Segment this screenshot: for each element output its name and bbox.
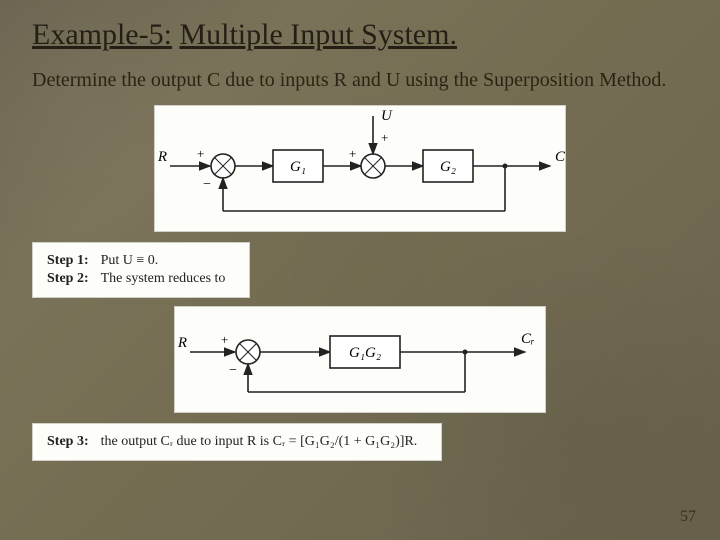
step2-label: Step 2: (47, 271, 99, 287)
label-CR: Cᵣ (521, 331, 535, 347)
label-C: C (555, 149, 565, 165)
title-main: Multiple Input System. (179, 18, 457, 51)
label-U: U (381, 108, 393, 124)
label-plus-1: + (197, 146, 204, 161)
label-minus-2: − (229, 363, 237, 378)
step1-text: Put U ≡ 0. (101, 253, 236, 269)
label-minus-1: − (203, 177, 211, 192)
diagram-2: R + G₁G₂ Cᵣ − (174, 306, 546, 413)
step3-label: Step 3: (47, 434, 99, 450)
label-plus-3: + (381, 130, 388, 145)
step3-text: the output Cᵣ due to input R is Cᵣ = [G₁… (101, 434, 428, 450)
step-3: Step 3: the output Cᵣ due to input R is … (32, 423, 442, 461)
label-plus-4: + (221, 332, 228, 347)
page-number: 57 (680, 508, 696, 526)
step2-text: The system reduces to (101, 271, 236, 287)
page-title: Example-5: Multiple Input System. (32, 18, 688, 52)
step1-label: Step 1: (47, 253, 99, 269)
subtitle: Determine the output C due to inputs R a… (32, 68, 688, 93)
label-R: R (157, 149, 167, 165)
label-plus-2: + (349, 146, 356, 161)
label-G2: G₂ (440, 159, 456, 175)
diagram-2-wrap: R + G₁G₂ Cᵣ − (32, 306, 688, 413)
block-diagram-2: R + G₁G₂ Cᵣ − (175, 307, 545, 407)
label-G1G2: G₁G₂ (349, 345, 381, 361)
diagram-1-wrap: R + G₁ + U + (32, 105, 688, 232)
label-G1: G₁ (290, 159, 306, 175)
diagram-1: R + G₁ + U + (154, 105, 566, 232)
steps-12: Step 1: Put U ≡ 0. Step 2: The system re… (32, 242, 250, 298)
label-R2: R (177, 335, 187, 351)
block-diagram-1: R + G₁ + U + (155, 106, 565, 226)
title-prefix: Example-5: (32, 18, 172, 51)
slide: Example-5: Multiple Input System. Determ… (0, 0, 720, 540)
